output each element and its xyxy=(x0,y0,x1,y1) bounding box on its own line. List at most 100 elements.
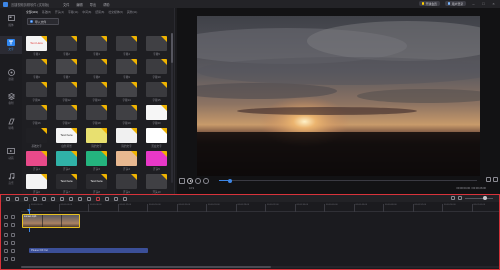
snapshot-icon[interactable] xyxy=(486,177,491,182)
template-thumb[interactable] xyxy=(86,82,107,97)
video-clip[interactable]: sunset.mp4 xyxy=(22,214,80,228)
lock-icon[interactable] xyxy=(11,241,15,245)
lock-icon[interactable] xyxy=(11,249,15,253)
timeline-scrollbar[interactable] xyxy=(21,266,499,268)
scroll-knob[interactable] xyxy=(171,33,173,63)
template-thumb[interactable]: Text Here xyxy=(26,36,47,51)
tab-social[interactable]: 社交媒体(6) xyxy=(108,10,123,14)
seek-bar[interactable] xyxy=(219,178,477,183)
vip-button[interactable]: 开通会员 xyxy=(418,1,440,6)
template-thumb[interactable] xyxy=(146,128,167,143)
record-icon[interactable] xyxy=(87,196,91,201)
sidebar-item-media[interactable]: 媒体 xyxy=(0,12,22,30)
template-thumb[interactable] xyxy=(26,82,47,97)
sidebar-item-music[interactable]: 音乐 xyxy=(0,170,22,188)
template-thumb[interactable] xyxy=(116,59,137,74)
template-thumb[interactable]: Text here xyxy=(56,174,77,189)
split-icon[interactable] xyxy=(24,196,28,201)
template-thumb[interactable] xyxy=(116,128,137,143)
seek-knob[interactable] xyxy=(228,178,233,183)
text-clip[interactable]: Please Fill Out xyxy=(29,248,148,253)
template-thumb[interactable] xyxy=(116,151,137,166)
fullscreen-icon[interactable] xyxy=(493,177,498,182)
template-thumb[interactable] xyxy=(116,36,137,51)
template-thumb[interactable] xyxy=(146,82,167,97)
zoom-out-icon[interactable] xyxy=(451,196,455,200)
tab-middle[interactable]: 中间(8) xyxy=(82,10,91,14)
next-frame-icon[interactable] xyxy=(195,178,201,184)
template-thumb[interactable] xyxy=(146,151,167,166)
minimize-icon[interactable]: – xyxy=(471,1,476,6)
template-thumb[interactable] xyxy=(86,128,107,143)
scroll-knob[interactable] xyxy=(21,266,271,268)
stop-icon[interactable] xyxy=(179,178,185,184)
fit-icon[interactable] xyxy=(458,196,462,200)
close-icon[interactable]: × xyxy=(491,1,496,6)
eye-icon[interactable] xyxy=(4,223,8,227)
template-thumb[interactable]: Text here xyxy=(56,128,77,143)
template-thumb[interactable] xyxy=(86,105,107,120)
lock-icon[interactable] xyxy=(11,233,15,237)
template-thumb[interactable] xyxy=(26,105,47,120)
color-icon[interactable] xyxy=(69,196,73,201)
template-thumb[interactable] xyxy=(86,151,107,166)
sidebar-item-text[interactable]: 文字 xyxy=(0,36,22,54)
delete-icon[interactable] xyxy=(96,196,100,201)
tab-basic[interactable]: 基础(8) xyxy=(42,10,51,14)
template-thumb[interactable]: Text here xyxy=(86,174,107,189)
menu-help[interactable]: 帮助 xyxy=(103,2,109,7)
template-thumb[interactable] xyxy=(86,36,107,51)
template-thumb[interactable] xyxy=(146,36,167,51)
template-thumb[interactable] xyxy=(26,128,47,143)
tab-other[interactable]: 其他(11) xyxy=(127,10,137,14)
menu-export[interactable]: 导出 xyxy=(90,2,96,7)
tab-ending[interactable]: 结尾(8) xyxy=(95,10,104,14)
tab-subtitle[interactable]: 字幕(11) xyxy=(68,10,78,14)
sidebar-item-transition[interactable]: 转场 xyxy=(0,115,22,133)
maximize-icon[interactable]: □ xyxy=(481,1,486,6)
sidebar-item-animation[interactable]: 动画 xyxy=(0,145,22,163)
freeze-icon[interactable] xyxy=(114,196,118,201)
library-scrollbar[interactable] xyxy=(171,33,173,183)
template-thumb[interactable] xyxy=(56,151,77,166)
template-thumb[interactable] xyxy=(86,59,107,74)
template-thumb[interactable] xyxy=(146,105,167,120)
lock-icon[interactable] xyxy=(11,257,15,261)
zoom-knob[interactable] xyxy=(483,196,487,200)
menu-edit[interactable]: 编辑 xyxy=(76,2,82,7)
template-thumb[interactable] xyxy=(146,174,167,189)
lock-icon[interactable] xyxy=(11,215,15,219)
template-thumb[interactable] xyxy=(146,59,167,74)
tab-opening[interactable]: 开头(4) xyxy=(55,10,64,14)
template-thumb[interactable] xyxy=(56,82,77,97)
sidebar-item-filter[interactable]: 滤镜 xyxy=(0,66,22,84)
audio-icon[interactable] xyxy=(78,196,82,201)
volume-icon[interactable] xyxy=(203,178,209,184)
template-thumb[interactable] xyxy=(26,174,47,189)
speed-icon[interactable] xyxy=(42,196,46,201)
sidebar-item-overlay[interactable]: 叠附 xyxy=(0,90,22,108)
menu-file[interactable]: 文件 xyxy=(63,2,69,7)
tab-all[interactable]: 全部(119) xyxy=(26,10,38,14)
mirror-icon[interactable] xyxy=(60,196,64,201)
template-thumb[interactable] xyxy=(56,105,77,120)
import-file-button[interactable]: + 导入文件 xyxy=(27,18,59,25)
zoom-slider[interactable] xyxy=(465,196,493,200)
aspect-ratio[interactable]: 16:9 xyxy=(189,187,194,190)
crop-icon[interactable] xyxy=(33,196,37,201)
redo-icon[interactable] xyxy=(15,196,19,201)
time-ruler[interactable]: 00:00:00:00 00:00:04:00 00:00:08:00 00:00:1… xyxy=(21,204,499,212)
template-thumb[interactable] xyxy=(116,174,137,189)
template-thumb[interactable] xyxy=(56,36,77,51)
undo-icon[interactable] xyxy=(6,196,10,201)
play-button[interactable] xyxy=(187,178,193,184)
mute-icon[interactable] xyxy=(11,223,15,227)
template-thumb[interactable] xyxy=(56,59,77,74)
template-thumb[interactable] xyxy=(116,82,137,97)
template-thumb[interactable] xyxy=(116,105,137,120)
template-thumb[interactable] xyxy=(26,59,47,74)
mosaic-icon[interactable] xyxy=(105,196,109,201)
rotate-icon[interactable] xyxy=(51,196,55,201)
template-thumb[interactable] xyxy=(26,151,47,166)
login-button[interactable]: 用户登录 xyxy=(444,1,466,6)
